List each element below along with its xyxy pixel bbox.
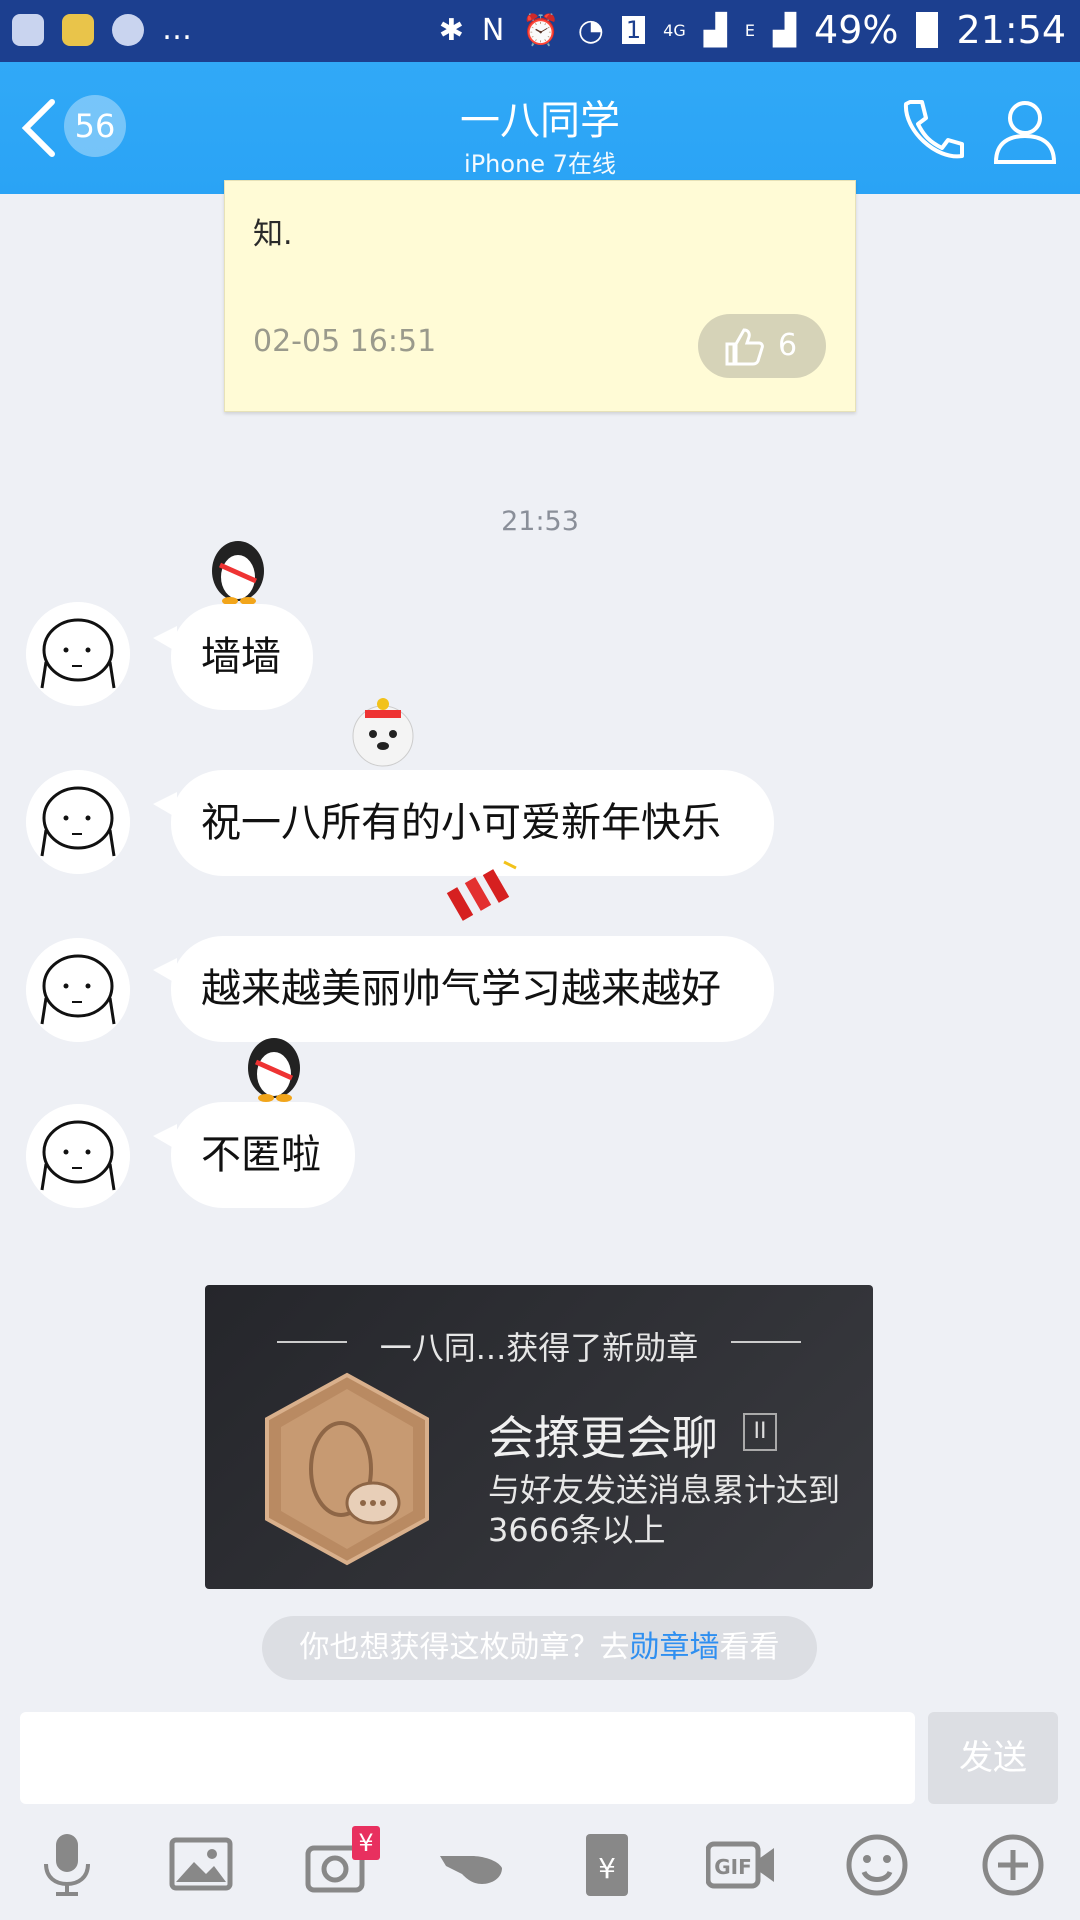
avatar[interactable] [26,770,130,874]
alarm-icon: ⏰ [522,12,560,48]
status-bar: … ✱ N ⏰ ◔ 1 4G ▟ E ▟ 49% 21:54 [0,0,1080,62]
profile-icon[interactable] [990,96,1060,166]
like-button[interactable]: 6 [698,314,826,378]
time-separator: 21:53 [501,506,579,537]
image-icon[interactable] [166,1830,236,1900]
medal-description: 与好友发送消息累计达到3666条以上 [488,1471,841,1549]
bluetooth-icon: ✱ [438,12,464,48]
nfc-icon: N [481,12,505,48]
note-timestamp: 02-05 16:51 [253,324,437,359]
status-time: 21:54 [956,8,1066,52]
penguin-sticker-icon [212,541,264,605]
medal-badge-icon [265,1372,429,1566]
message-input[interactable] [20,1712,915,1804]
avatar[interactable] [26,938,130,1042]
avatar[interactable] [26,602,130,706]
polar-bear-sticker-icon [352,698,414,767]
microphone-icon[interactable] [32,1830,102,1900]
send-button[interactable]: 发送 [928,1712,1058,1804]
more-notifications-icon: … [162,12,192,47]
battery-percent: 49% [814,8,899,52]
red-packet-badge: ¥ [352,1826,380,1860]
red-packet-icon[interactable]: ¥ [572,1830,642,1900]
medal-name: 会撩更会聊 [488,1411,718,1465]
wifi-icon: ◔ [577,12,604,48]
medal-wall-link[interactable]: 勋章墙 [630,1630,720,1665]
penguin-sticker-icon [248,1038,300,1102]
qq-notification-icon [12,13,44,46]
back-arrow-icon[interactable] [20,98,60,158]
avatar[interactable] [26,1104,130,1208]
gif-icon[interactable]: GIF [706,1830,776,1900]
note-text: 知. [253,217,293,252]
medal-card[interactable]: 一八同...获得了新勋章 会撩更会聊 II 与好友发送消息累计达到3666条以上 [205,1285,873,1589]
network-e-label: E [744,20,755,40]
status-right: ✱ N ⏰ ◔ 1 4G ▟ E ▟ 49% 21:54 [439,8,1066,52]
message-bubble[interactable]: 不匿啦 [171,1102,355,1208]
medal-wall-tip: 你也想获得这枚勋章？去勋章墙看看 [262,1616,817,1680]
battery-icon [916,12,939,48]
firecracker-sticker-icon [446,860,517,921]
medal-level: II [743,1413,777,1451]
chat-header: 一八同学 iPhone 7在线 56 [0,62,1080,194]
phone-call-icon[interactable] [896,96,966,166]
like-count: 6 [778,328,798,363]
note-card[interactable]: 知. 02-05 16:51 6 [224,180,856,412]
signal-icon-2: ▟ [772,12,797,48]
medal-headline: 一八同...获得了新勋章 [379,1329,699,1367]
status-left: … [12,12,192,47]
sim-indicator: 1 [621,16,646,44]
tip-prefix: 你也想获得这枚勋章？去 [299,1630,630,1665]
svg-text:GIF: GIF [714,1855,752,1879]
poke-icon[interactable] [436,1830,506,1900]
wechat-notification-icon [112,13,144,46]
emoji-icon[interactable] [842,1830,912,1900]
tip-suffix: 看看 [719,1630,780,1665]
message-bubble[interactable]: 墙墙 [171,604,313,710]
qzone-notification-icon [62,13,94,46]
svg-text:¥: ¥ [598,1852,616,1885]
thumbs-up-icon [725,328,764,366]
signal-icon: ▟ [703,12,727,48]
unread-count-badge[interactable]: 56 [64,95,126,157]
network-4g-label: 4G [663,20,686,40]
plus-icon[interactable] [978,1830,1048,1900]
